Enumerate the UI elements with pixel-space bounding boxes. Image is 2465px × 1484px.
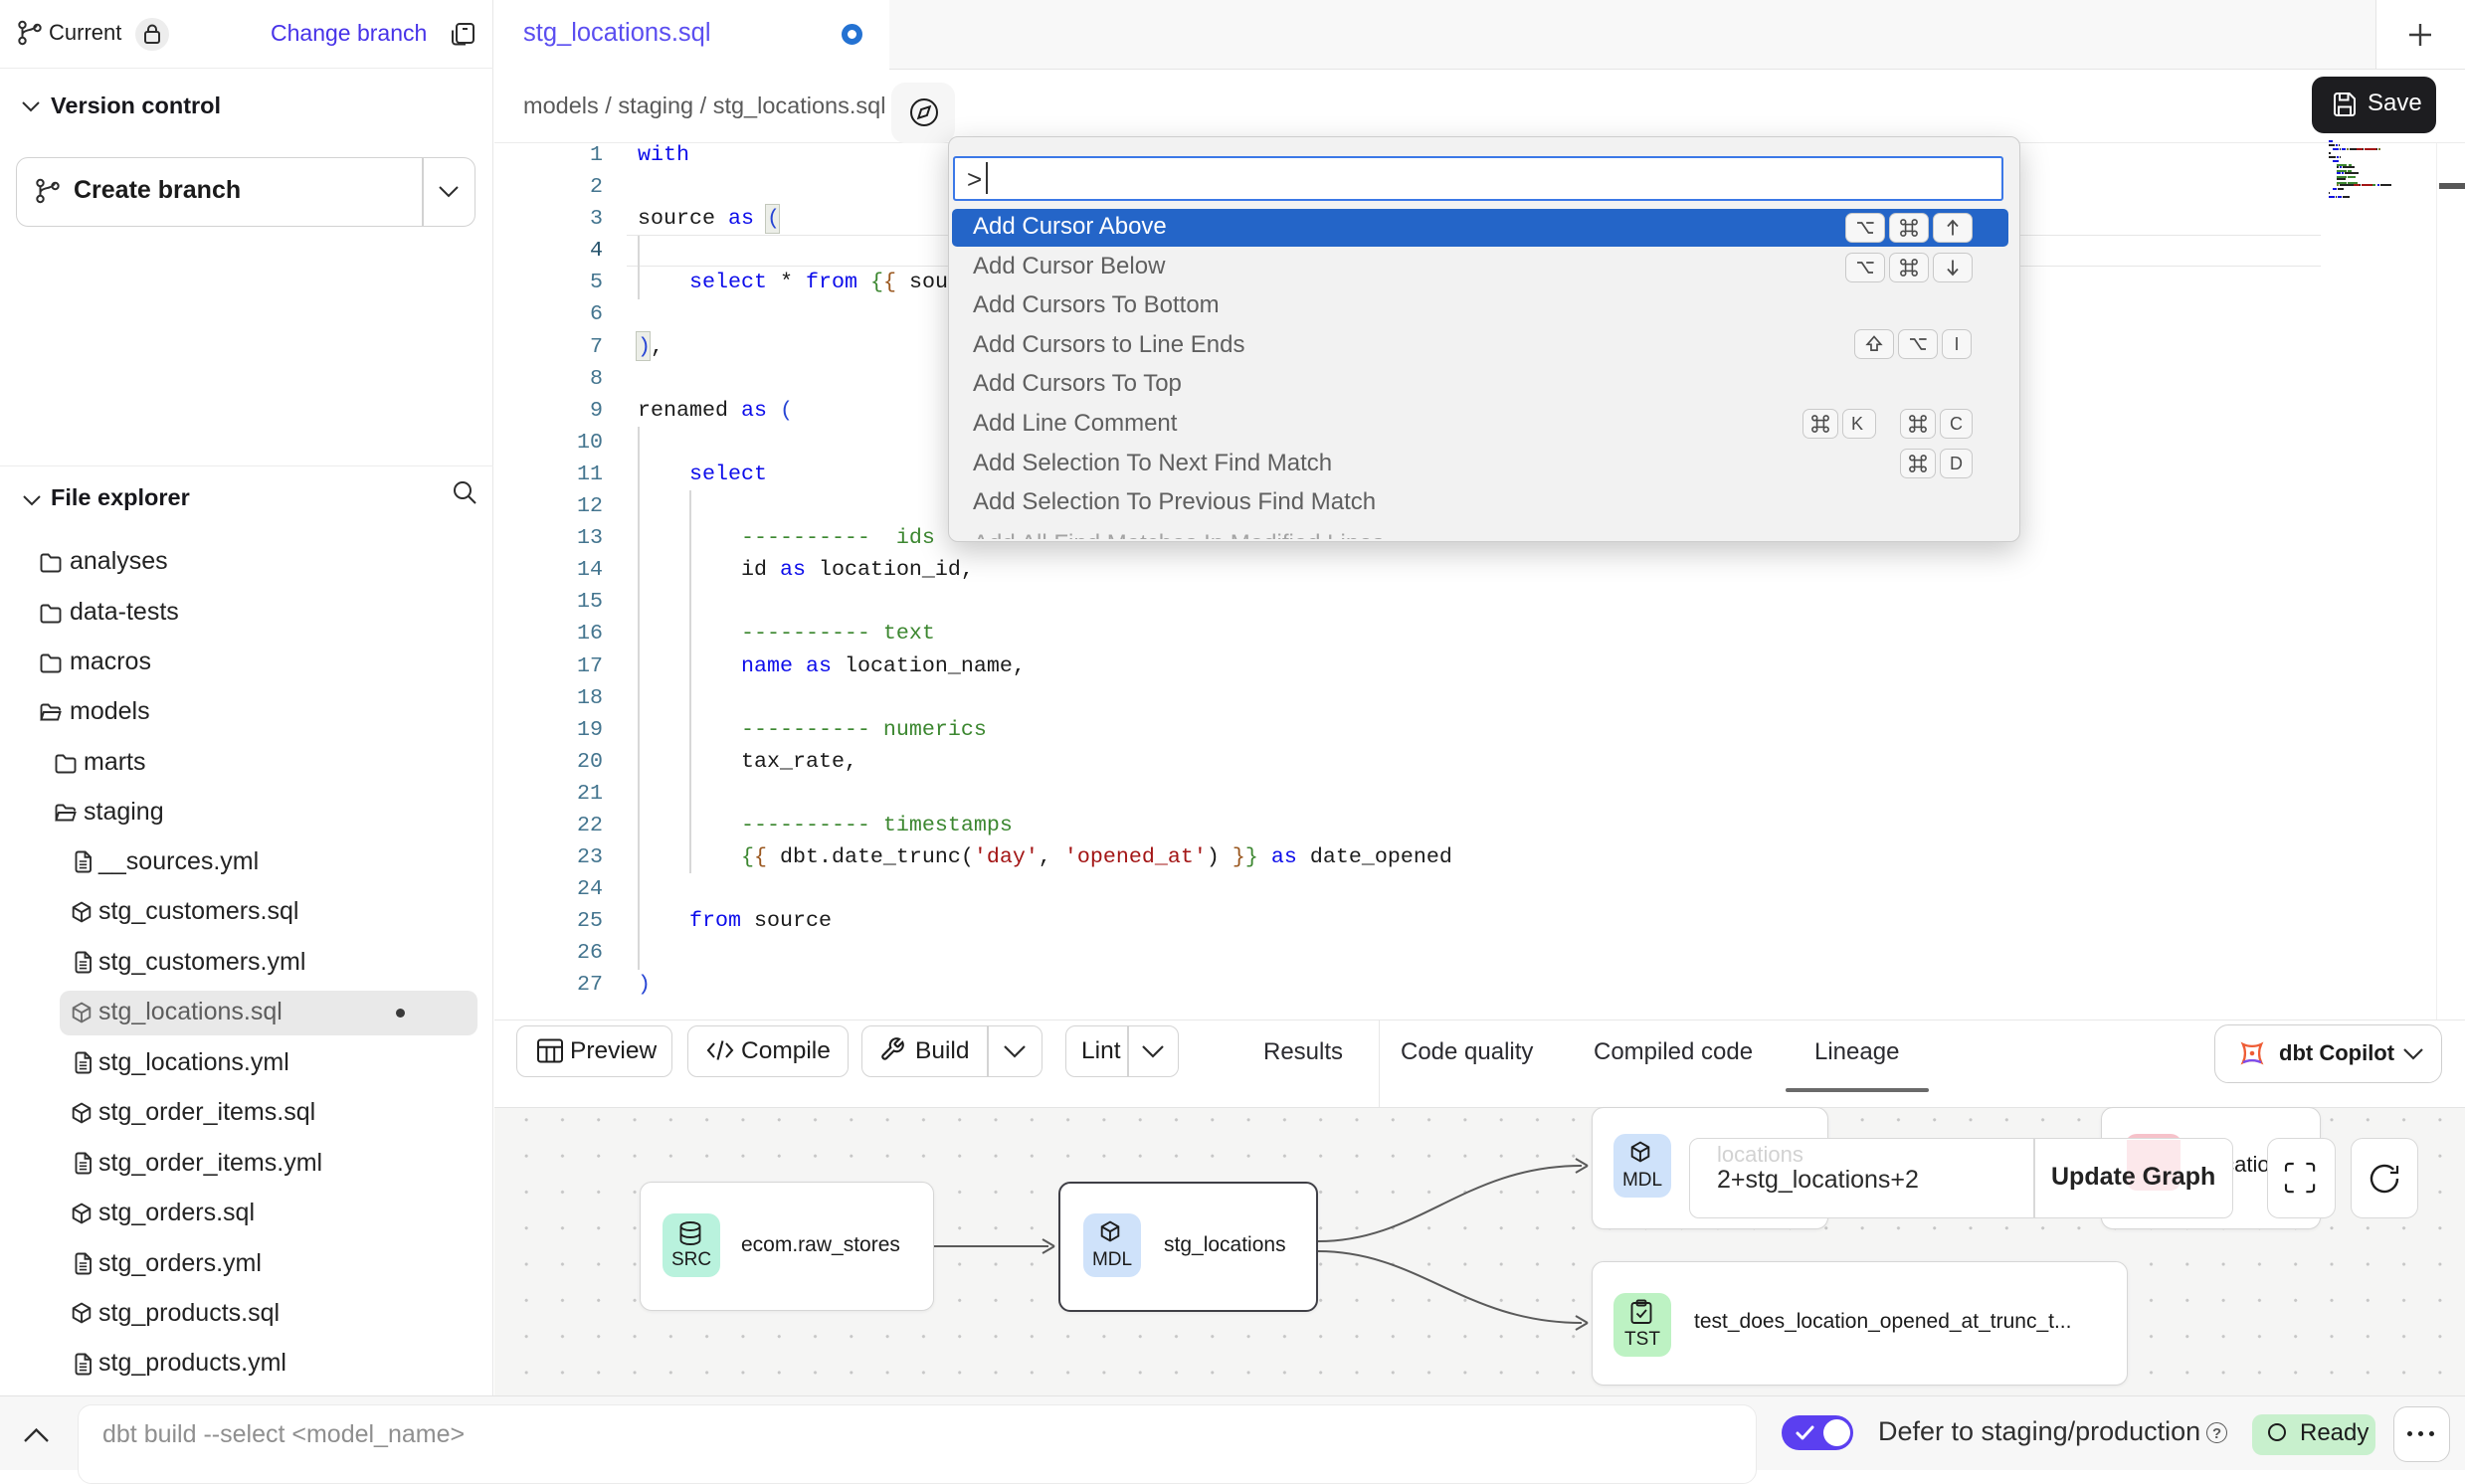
svg-text:K: K: [1851, 414, 1863, 434]
svg-text:I: I: [1954, 334, 1959, 354]
svg-text:C: C: [1950, 414, 1963, 434]
svg-text:D: D: [1950, 454, 1963, 473]
